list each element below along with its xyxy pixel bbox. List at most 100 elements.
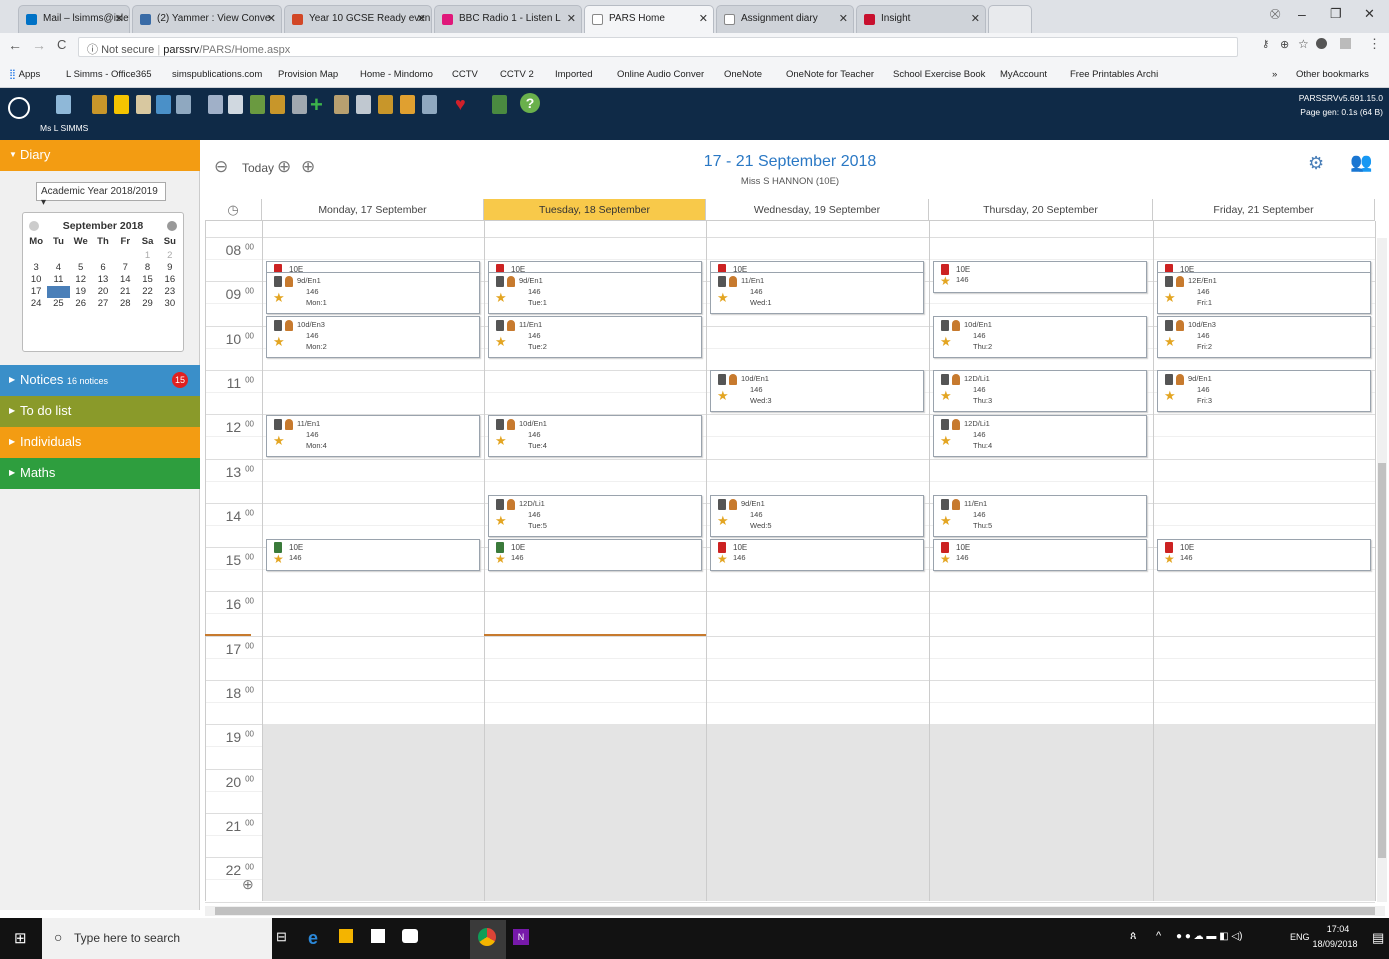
calendar-day[interactable]: 24: [25, 298, 47, 310]
lesson-card[interactable]: ★ 10d/En3 146 Mon:2: [266, 316, 480, 358]
registration-card[interactable]: 10E ★ 146: [488, 539, 702, 571]
folder-icon[interactable]: [270, 95, 285, 114]
bookmark[interactable]: Provision Map: [278, 69, 338, 80]
registration-card[interactable]: 10E ★ 146: [266, 539, 480, 571]
lesson-card[interactable]: ★ 12D/Li1 146 Thu:3: [933, 370, 1147, 412]
scroll-thumb[interactable]: [1378, 463, 1386, 858]
lesson-card[interactable]: ★ 12D/Li1 146 Thu:4: [933, 415, 1147, 457]
today-button[interactable]: Today: [242, 161, 274, 175]
cloud-icon[interactable]: [356, 95, 371, 114]
bookmark[interactable]: MyAccount: [1000, 69, 1047, 80]
clock-date[interactable]: 18/09/2018: [1305, 939, 1365, 949]
tab-assignment-diary[interactable]: Assignment diary ✕: [716, 5, 854, 33]
calendar-day[interactable]: 29: [136, 298, 158, 310]
calendar-day[interactable]: 25: [47, 298, 69, 310]
scroll-thumb[interactable]: [215, 907, 1375, 915]
person-icon[interactable]: [136, 95, 151, 114]
menu-icon[interactable]: [8, 97, 30, 119]
calendar-day[interactable]: 16: [159, 274, 181, 286]
calendar-day[interactable]: 10: [25, 274, 47, 286]
lock-icon[interactable]: [228, 95, 243, 114]
bookmark[interactable]: simspublications.com: [172, 69, 262, 80]
heart-icon[interactable]: ♥: [455, 94, 466, 115]
tray-chevron-icon[interactable]: ^: [1156, 930, 1161, 942]
calendar-day[interactable]: 28: [114, 298, 136, 310]
calendar-day[interactable]: 4: [47, 262, 69, 274]
calendar-day[interactable]: 1: [136, 250, 158, 262]
mail-icon[interactable]: [402, 929, 418, 943]
tab-gcse[interactable]: Year 10 GCSE Ready even ✕: [284, 5, 432, 33]
lesson-card[interactable]: ★ 9d/En1 146 Mon:1: [266, 272, 480, 314]
edge-icon[interactable]: e: [308, 928, 318, 949]
screen-icon[interactable]: [292, 95, 307, 114]
bookmark-folder[interactable]: OneNote: [724, 69, 762, 80]
bookmark[interactable]: School Exercise Book: [893, 69, 985, 80]
calendar-day[interactable]: 23: [159, 286, 181, 298]
calendar-day[interactable]: 15: [136, 274, 158, 286]
binoculars-icon[interactable]: [334, 95, 349, 114]
registration-card[interactable]: 10E ★ 146: [933, 261, 1147, 293]
computer-icon[interactable]: [176, 95, 191, 114]
next-week-icon[interactable]: ⊕: [301, 157, 315, 177]
lesson-card[interactable]: ★ 11/En1 146 Wed:1: [710, 272, 924, 314]
lesson-card[interactable]: ★ 9d/En1 146 Wed:5: [710, 495, 924, 537]
tab-insight[interactable]: Insight ✕: [856, 5, 986, 33]
door-icon[interactable]: [208, 95, 223, 114]
key-icon[interactable]: ⚷: [1262, 39, 1269, 50]
close-icon[interactable]: ✕: [567, 12, 576, 25]
info-icon[interactable]: [156, 95, 171, 114]
reload-icon[interactable]: C: [57, 37, 66, 52]
down-icon[interactable]: ⊕: [277, 157, 291, 177]
calendar-day[interactable]: 5: [70, 262, 92, 274]
sidebar-item-maths[interactable]: ▶ Maths: [0, 458, 200, 489]
calendar-day[interactable]: 12: [70, 274, 92, 286]
bookmark-apps[interactable]: ⣿ Apps: [9, 69, 40, 80]
lesson-card[interactable]: ★ 9d/En1 146 Tue:1: [488, 272, 702, 314]
new-tab-button[interactable]: [988, 5, 1032, 33]
calendar-day[interactable]: 22: [136, 286, 158, 298]
close-icon[interactable]: ✕: [839, 12, 848, 25]
people-icon[interactable]: 👥: [1350, 152, 1372, 173]
help-icon[interactable]: ?: [520, 93, 540, 113]
bookmark[interactable]: CCTV 2: [500, 69, 534, 80]
sidebar-item-todo[interactable]: ▶ To do list: [0, 396, 200, 427]
tab-bbc[interactable]: BBC Radio 1 - Listen L ✕: [434, 5, 582, 33]
pencil-icon[interactable]: [400, 95, 415, 114]
settings-icon[interactable]: ⚙: [1308, 153, 1324, 174]
lesson-card[interactable]: ★ 10d/En1 146 Thu:2: [933, 316, 1147, 358]
close-icon[interactable]: ✕: [267, 12, 276, 25]
calendar-day[interactable]: 19: [70, 286, 92, 298]
close-icon[interactable]: ✕: [115, 12, 124, 25]
clock-time[interactable]: 17:04: [1318, 924, 1358, 934]
lesson-card[interactable]: ★ 10d/En1 146 Wed:3: [710, 370, 924, 412]
registration-card[interactable]: 10E ★ 146: [710, 539, 924, 571]
tab-mail[interactable]: Mail – lsimms@isleworth✕: [18, 5, 130, 33]
extension-icon[interactable]: [1316, 38, 1327, 49]
tab-yammer[interactable]: (2) Yammer : View Conve ✕: [132, 5, 282, 33]
warning-icon[interactable]: [114, 95, 129, 114]
system-tray-icons[interactable]: ● ● ☁ ▬ ◧ ◁): [1176, 931, 1286, 943]
network-icon[interactable]: [56, 95, 71, 114]
chrome-icon[interactable]: [478, 928, 496, 946]
vertical-scrollbar[interactable]: [1377, 238, 1387, 902]
calendar-day[interactable]: 30: [159, 298, 181, 310]
bookmark-other[interactable]: Other bookmarks: [1296, 69, 1369, 80]
extension-icon[interactable]: [1340, 38, 1351, 49]
calendar-day[interactable]: 2: [159, 250, 181, 262]
bookmark[interactable]: CCTV: [452, 69, 478, 80]
lesson-card[interactable]: ★ 10d/En3 146 Fri:2: [1157, 316, 1371, 358]
registration-card[interactable]: 10E ★ 146: [933, 539, 1147, 571]
people-tray-icon[interactable]: ጰ: [1130, 930, 1137, 943]
lesson-card[interactable]: ★ 11/En1 146 Thu:5: [933, 495, 1147, 537]
bookmark[interactable]: Online Audio Conver: [617, 69, 704, 80]
lesson-card[interactable]: ★ 12D/Li1 146 Tue:5: [488, 495, 702, 537]
calendar-day[interactable]: 27: [92, 298, 114, 310]
calendar-day[interactable]: 7: [114, 262, 136, 274]
chart2-icon[interactable]: [422, 95, 437, 114]
profile-icon[interactable]: ⛒: [1270, 9, 1280, 20]
tab-pars-home[interactable]: PARS Home ✕: [584, 5, 714, 33]
star-icon[interactable]: ☆: [1298, 37, 1309, 51]
calendar-day[interactable]: 18: [47, 286, 70, 298]
lesson-card[interactable]: ★ 12E/En1 146 Fri:1: [1157, 272, 1371, 314]
url-bar[interactable]: ⓘ Not secure | parssrv/PARS/Home.aspx: [78, 37, 1238, 57]
